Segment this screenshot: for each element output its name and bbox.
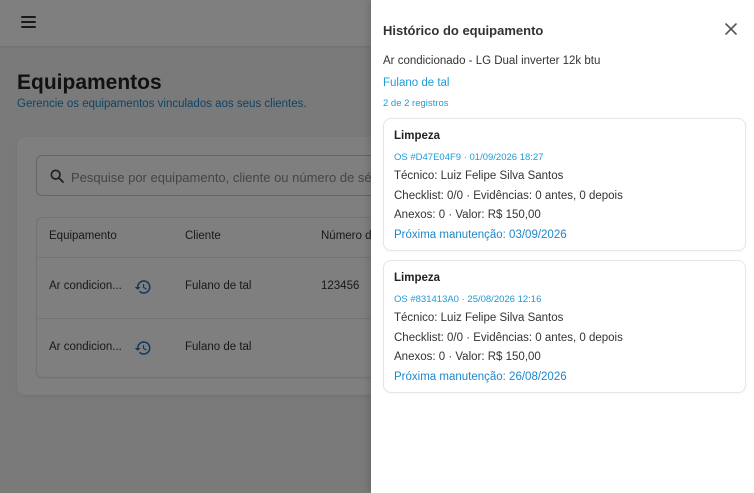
- equipment-name: Ar condicionado - LG Dual inverter 12k b…: [383, 55, 601, 67]
- record-next-maintenance: Próxima manutenção: 03/09/2026: [394, 229, 567, 241]
- record-checklist: Checklist: 0/0 · Evidências: 0 antes, 0 …: [394, 190, 623, 202]
- record-next-maintenance: Próxima manutenção: 26/08/2026: [394, 371, 567, 383]
- record-technician: Técnico: Luiz Felipe Silva Santos: [394, 312, 564, 324]
- record-type: Limpeza: [394, 130, 441, 142]
- history-record-card: Limpeza OS #D47E04F9 · 01/09/2026 18:27 …: [383, 118, 746, 251]
- history-drawer: Histórico do equipamento Ar condicionado…: [371, 0, 754, 493]
- close-icon[interactable]: [724, 22, 738, 36]
- record-attachments: Anexos: 0 · Valor: R$ 150,00: [394, 351, 541, 363]
- drawer-title: Histórico do equipamento: [383, 23, 544, 38]
- record-technician: Técnico: Luiz Felipe Silva Santos: [394, 170, 564, 182]
- record-attachments: Anexos: 0 · Valor: R$ 150,00: [394, 209, 541, 221]
- history-record-card: Limpeza OS #831413A0 · 25/08/2026 12:16 …: [383, 260, 746, 393]
- record-os: OS #831413A0 · 25/08/2026 12:16: [394, 294, 542, 305]
- record-os: OS #D47E04F9 · 01/09/2026 18:27: [394, 152, 544, 163]
- client-name: Fulano de tal: [383, 77, 450, 89]
- records-count: 2 de 2 registros: [383, 98, 449, 109]
- record-checklist: Checklist: 0/0 · Evidências: 0 antes, 0 …: [394, 332, 623, 344]
- record-type: Limpeza: [394, 272, 441, 284]
